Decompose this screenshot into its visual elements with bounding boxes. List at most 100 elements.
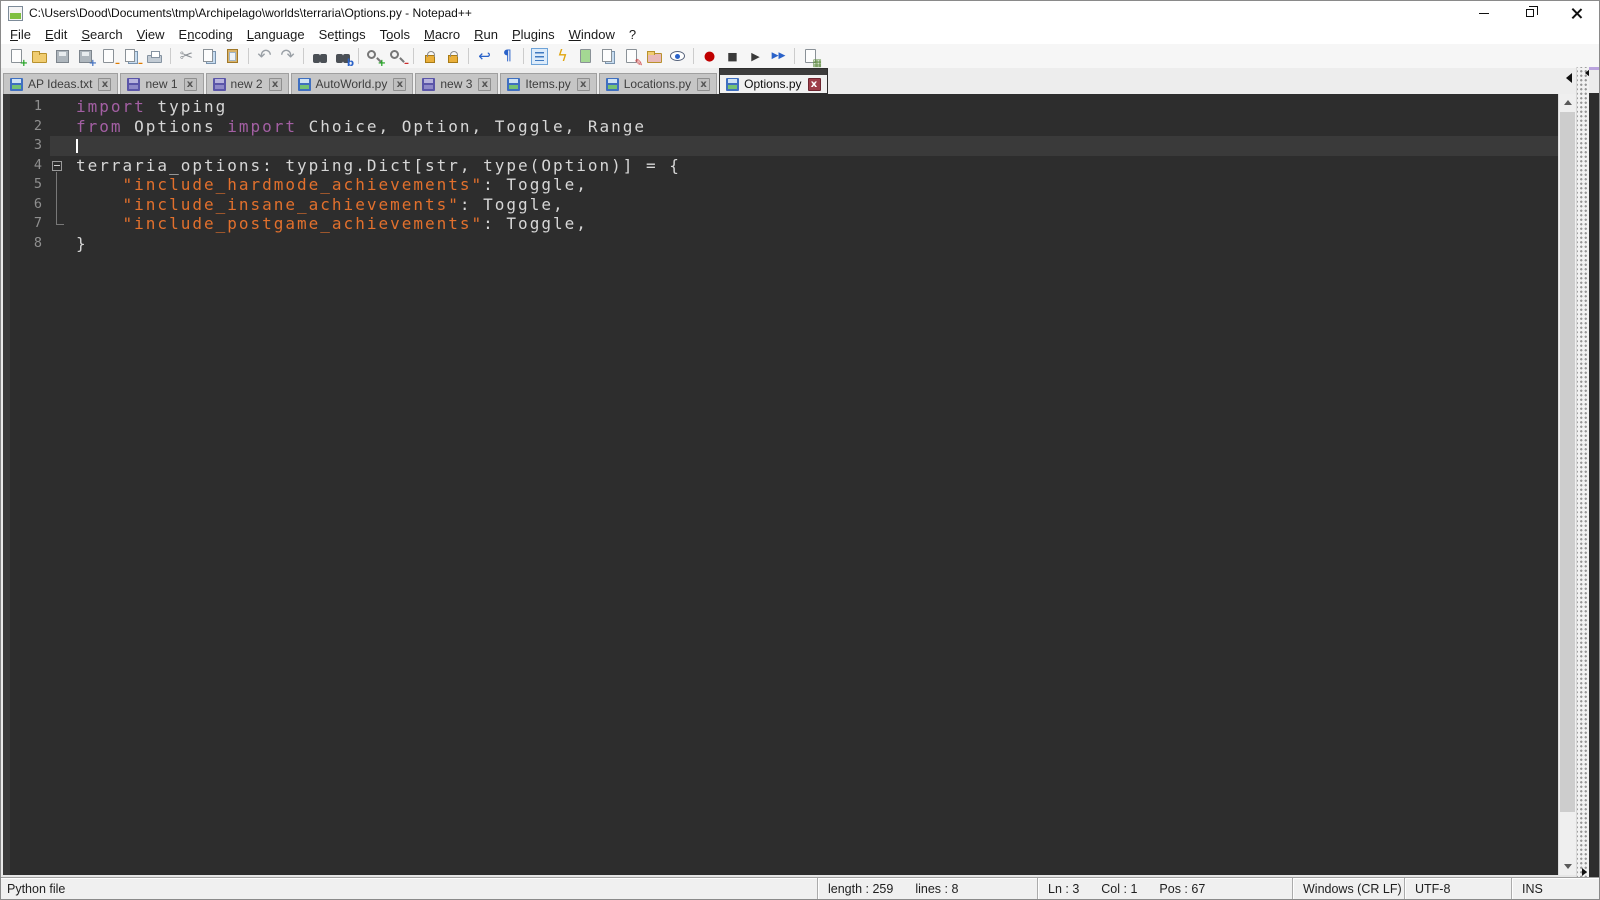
status-encoding[interactable]: UTF-8 (1404, 878, 1511, 899)
code-text[interactable]: "include_insane_achievements": Toggle, (67, 195, 1558, 215)
function-list-icon[interactable]: ✎ (621, 46, 643, 68)
replace-icon[interactable]: b (332, 46, 354, 68)
paste-icon[interactable] (222, 46, 243, 67)
undo-icon[interactable]: ↶ (254, 46, 275, 67)
tab-new-2[interactable]: new 2 x (205, 73, 289, 94)
tab-close-button[interactable]: x (697, 77, 711, 91)
view-splitter[interactable] (1576, 67, 1590, 877)
tab-close-button[interactable]: x (807, 77, 821, 91)
menu-item-macro[interactable]: Macro (417, 26, 467, 43)
vertical-scrollbar[interactable] (1558, 94, 1576, 875)
zoom-out-icon[interactable]: – (387, 46, 409, 68)
status-typing-mode[interactable]: INS (1511, 878, 1599, 899)
menu-item-run[interactable]: Run (467, 26, 505, 43)
menu-item-plugins[interactable]: Plugins (505, 26, 562, 43)
macro-save-icon[interactable]: ▦ (800, 46, 822, 68)
code-line[interactable]: 7 "include_postgame_achievements": Toggl… (10, 214, 1558, 234)
code-text[interactable]: from Options import Choice, Option, Togg… (67, 117, 1558, 137)
toolbar-separator (303, 48, 304, 64)
minimize-button[interactable] (1461, 1, 1507, 25)
menu-item-encoding[interactable]: Encoding (172, 26, 240, 43)
cut-icon[interactable]: ✂ (176, 46, 197, 67)
code-line[interactable]: 1 import typing (10, 97, 1558, 117)
close-all-icon[interactable]: – (121, 46, 143, 68)
status-eol-format[interactable]: Windows (CR LF) (1292, 878, 1404, 899)
scrollbar-thumb[interactable] (1560, 112, 1575, 812)
save-all-icon[interactable]: + (75, 46, 97, 68)
folder-as-workspace-icon[interactable] (644, 46, 665, 67)
code-line[interactable]: 5 "include_hardmode_achievements": Toggl… (10, 175, 1558, 195)
tab-close-button[interactable]: x (268, 77, 282, 91)
toolbar-separator (248, 48, 249, 64)
save-file-icon[interactable] (52, 46, 73, 67)
define-language-icon[interactable]: ϟ (552, 46, 573, 67)
sync-vertical-scroll-icon[interactable] (419, 46, 440, 67)
print-icon[interactable] (144, 46, 165, 67)
new-file-icon[interactable]: + (6, 46, 28, 68)
redo-icon[interactable]: ↷ (277, 46, 298, 67)
macro-play-icon[interactable]: ▶ (745, 46, 766, 67)
restore-button[interactable] (1507, 1, 1553, 25)
tab-close-button[interactable]: x (478, 77, 492, 91)
macro-run-multiple-icon[interactable]: ▶▶ (768, 46, 789, 67)
tab-autoworld-py[interactable]: AutoWorld.py x (290, 73, 414, 94)
tab-close-button[interactable]: x (98, 77, 112, 91)
macro-record-icon[interactable]: ● (699, 46, 720, 67)
second-view-partial-tab[interactable] (1589, 67, 1599, 93)
menu-item-[interactable]: ? (622, 26, 643, 43)
title-bar[interactable]: C:\Users\Dood\Documents\tmp\Archipelago\… (1, 1, 1599, 25)
code-text[interactable]: } (67, 234, 1558, 254)
editor-pane[interactable]: 1 import typing 2 from Options import Choic… (3, 94, 1558, 875)
macro-stop-icon[interactable]: ■ (722, 46, 743, 67)
tab-scroll-left-icon[interactable] (1566, 73, 1572, 83)
monitoring-icon[interactable] (667, 46, 688, 67)
status-bar: Python file length : 259 lines : 8 Ln : … (1, 877, 1599, 899)
menu-item-language[interactable]: Language (240, 26, 312, 43)
code-line[interactable]: 6 "include_insane_achievements": Toggle, (10, 194, 1558, 215)
fold-collapse-icon[interactable] (50, 156, 67, 176)
splitter-expand-right-icon[interactable] (1582, 868, 1587, 876)
scroll-up-button[interactable] (1559, 94, 1576, 111)
tab-label: Locations.py (623, 77, 692, 91)
fold-box-glyph (52, 160, 62, 171)
code-text[interactable]: "include_postgame_achievements": Toggle, (67, 214, 1558, 234)
menu-item-tools[interactable]: Tools (373, 26, 417, 43)
menu-item-search[interactable]: Search (74, 26, 129, 43)
close-file-icon[interactable]: – (98, 46, 120, 68)
open-file-icon[interactable] (29, 46, 50, 67)
zoom-in-icon[interactable]: + (364, 46, 386, 68)
tab-close-button[interactable]: x (576, 77, 590, 91)
tab-new-1[interactable]: new 1 x (120, 73, 204, 94)
find-icon[interactable] (309, 46, 330, 67)
menu-item-window[interactable]: Window (562, 26, 622, 43)
tab-options-py[interactable]: Options.py x (719, 68, 828, 94)
tab-items-py[interactable]: Items.py x (500, 73, 597, 94)
tab-ap-ideas-txt[interactable]: AP Ideas.txt x (3, 73, 119, 94)
copy-icon[interactable] (199, 46, 220, 67)
code-text[interactable]: "include_hardmode_achievements": Toggle, (67, 175, 1558, 195)
menu-item-file[interactable]: File (3, 26, 38, 43)
code-text[interactable]: terraria_options: typing.Dict[str, type(… (67, 156, 1558, 176)
close-button[interactable] (1553, 1, 1599, 25)
code-line[interactable]: 2 from Options import Choice, Option, Tog… (10, 117, 1558, 137)
tab-close-button[interactable]: x (183, 77, 197, 91)
code-text[interactable]: import typing (67, 97, 1558, 117)
code-line[interactable]: 3 (10, 136, 1558, 156)
code-line[interactable]: 8} (10, 234, 1558, 254)
floppy-unsaved-icon (127, 77, 141, 91)
show-indent-guide-icon[interactable] (529, 46, 550, 67)
tab-new-3[interactable]: new 3 x (415, 73, 499, 94)
menu-item-settings[interactable]: Settings (312, 26, 373, 43)
document-switcher-icon[interactable] (598, 46, 619, 67)
code-text[interactable] (67, 136, 1558, 156)
menu-item-edit[interactable]: Edit (38, 26, 74, 43)
sync-horizontal-scroll-icon[interactable] (442, 46, 463, 67)
scroll-down-button[interactable] (1559, 858, 1576, 875)
menu-item-view[interactable]: View (130, 26, 172, 43)
code-line[interactable]: 4 terraria_options: typing.Dict[str, type… (10, 156, 1558, 176)
show-all-characters-icon[interactable]: ¶ (497, 46, 518, 67)
document-map-icon[interactable] (575, 46, 596, 67)
word-wrap-icon[interactable]: ↩ (474, 46, 495, 67)
tab-close-button[interactable]: x (393, 77, 407, 91)
tab-locations-py[interactable]: Locations.py x (598, 73, 718, 94)
